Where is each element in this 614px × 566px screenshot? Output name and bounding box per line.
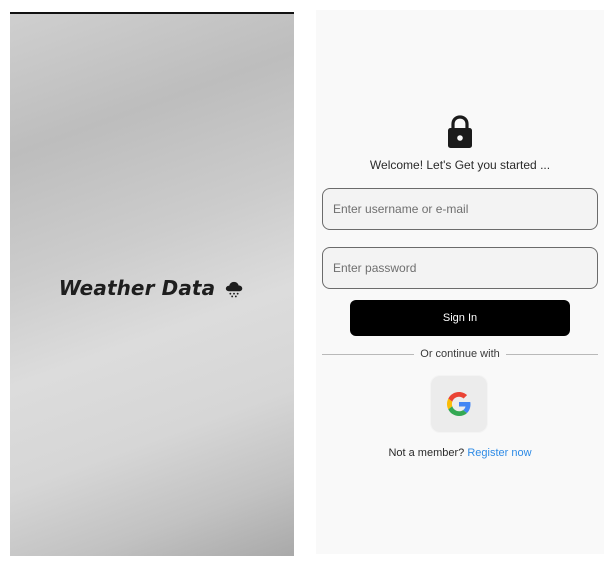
login-screen: Welcome! Let's Get you started ... Sign … xyxy=(316,10,604,554)
lock-icon xyxy=(448,115,472,148)
not-member-text: Not a member? xyxy=(388,447,465,459)
divider-text: Or continue with xyxy=(420,348,500,360)
password-input[interactable] xyxy=(322,247,598,289)
app-canvas: Weather Data Welcome! Let's Get you star… xyxy=(0,0,614,566)
google-sign-in-button[interactable] xyxy=(430,375,488,433)
divider-line-right xyxy=(505,353,599,355)
register-row: Not a member? Register now xyxy=(316,447,604,459)
username-input[interactable] xyxy=(322,188,598,230)
app-title: Weather Data xyxy=(58,276,216,300)
google-icon xyxy=(447,392,471,416)
register-now-link[interactable]: Register now xyxy=(467,447,531,459)
continue-divider: Or continue with xyxy=(322,348,599,360)
divider-line-left xyxy=(322,353,415,355)
rain-cloud-icon xyxy=(226,281,243,298)
splash-title-row: Weather Data xyxy=(10,276,294,300)
welcome-text: Welcome! Let's Get you started ... xyxy=(369,158,551,172)
sign-in-button[interactable]: Sign In xyxy=(350,300,570,336)
splash-screen: Weather Data xyxy=(10,12,294,556)
